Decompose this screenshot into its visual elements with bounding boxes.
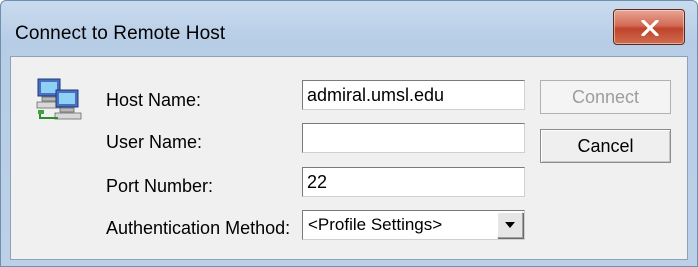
title-bar[interactable]: Connect to Remote Host [1, 1, 697, 53]
connect-dialog-window: Connect to Remote Host Host Name: User N… [0, 0, 698, 267]
port-number-label: Port Number: [106, 176, 214, 196]
dropdown-button[interactable] [497, 212, 523, 238]
authentication-method-select[interactable]: <Profile Settings> [302, 210, 525, 240]
host-name-input[interactable] [302, 80, 525, 110]
authentication-method-label: Authentication Method: [106, 218, 291, 238]
network-computers-icon [36, 78, 82, 120]
user-name-input[interactable] [302, 123, 525, 153]
user-name-label: User Name: [106, 132, 203, 152]
dialog-title: Connect to Remote Host [15, 23, 226, 44]
close-icon [641, 20, 659, 36]
port-number-input[interactable] [302, 167, 525, 197]
close-button[interactable] [613, 9, 685, 45]
authentication-method-value: <Profile Settings> [308, 215, 443, 234]
dialog-content: Host Name: User Name: Port Number: Authe… [10, 56, 688, 260]
connect-button[interactable]: Connect [540, 80, 671, 114]
dropdown-arrow-icon [505, 222, 515, 228]
host-name-label: Host Name: [106, 90, 202, 110]
cancel-button[interactable]: Cancel [540, 129, 671, 163]
